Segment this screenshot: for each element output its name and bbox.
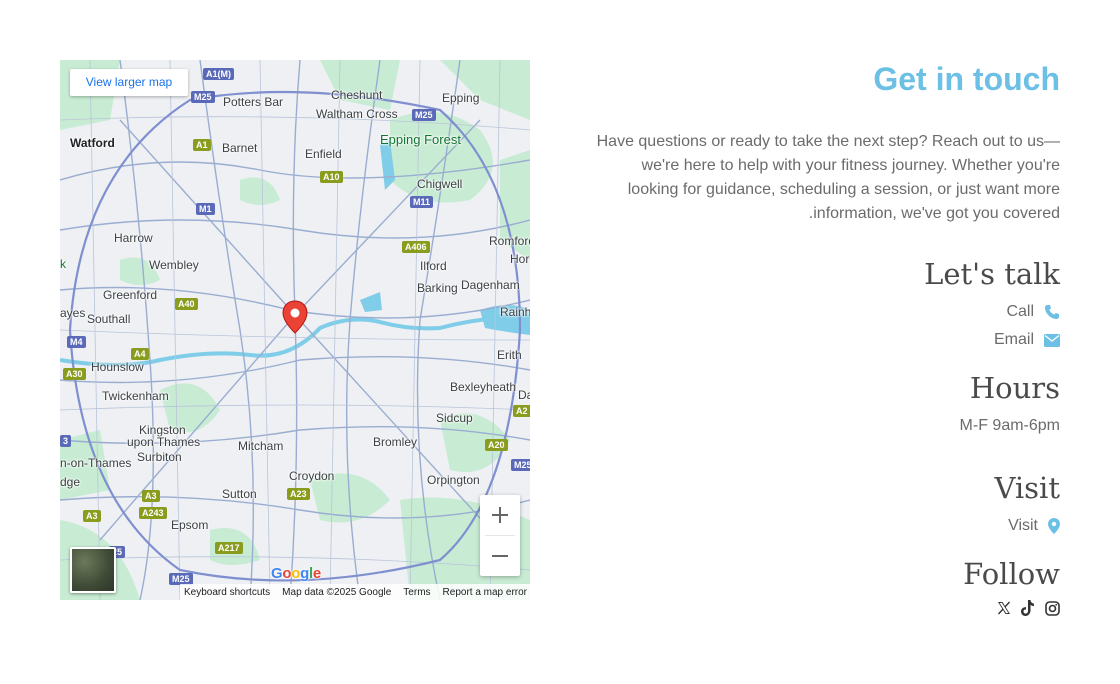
envelope-icon xyxy=(1044,333,1060,347)
map-attribution-bar: Keyboard shortcuts Map data ©2025 Google… xyxy=(180,584,530,600)
road-shield-a40: A40 xyxy=(175,298,198,310)
keyboard-shortcuts-link[interactable]: Keyboard shortcuts xyxy=(184,587,270,598)
road-shield-a10: A10 xyxy=(320,171,343,183)
road-shield-3: 3 xyxy=(60,435,72,447)
place-erith: Erith xyxy=(497,348,522,362)
intro-paragraph: Have questions or ready to take the next… xyxy=(596,133,1060,222)
place-epsom: Epsom xyxy=(171,518,209,532)
place-ilford: Ilford xyxy=(420,259,447,273)
place-mitcham: Mitcham xyxy=(238,439,284,453)
view-larger-map-link[interactable]: View larger map xyxy=(70,69,188,96)
terms-link[interactable]: Terms xyxy=(403,587,430,598)
call-link[interactable]: Call xyxy=(1006,302,1060,322)
place-da: Da xyxy=(518,388,530,402)
place-upon-thames: upon Thames xyxy=(127,435,201,449)
place-sidcup: Sidcup xyxy=(436,411,473,425)
instagram-icon[interactable] xyxy=(1044,600,1060,616)
place-dagenham: Dagenham xyxy=(461,278,520,292)
place-dge: dge xyxy=(60,475,81,489)
place-cheshunt: Cheshunt xyxy=(331,88,383,102)
map-pin-icon xyxy=(1048,518,1060,534)
report-map-error-link[interactable]: Report a map error xyxy=(443,587,527,598)
phone-icon xyxy=(1044,304,1060,320)
hours-text: M-F 9am-6pm xyxy=(959,417,1060,434)
road-shield-a3-west: A3 xyxy=(83,510,101,522)
place-southall: Southall xyxy=(87,312,131,326)
place-bexleyheath: Bexleyheath xyxy=(450,380,517,394)
road-shield-a1: A1 xyxy=(193,139,211,151)
hours-heading: Hours xyxy=(969,371,1060,405)
email-link[interactable]: Email xyxy=(994,330,1060,350)
place-epping: Epping xyxy=(442,91,480,105)
place-bromley: Bromley xyxy=(373,435,418,449)
visit-link[interactable]: Visit xyxy=(1008,516,1060,536)
place-hounslow: Hounslow xyxy=(91,360,144,374)
place-watford: Watford xyxy=(70,136,115,150)
tiktok-icon[interactable] xyxy=(1020,600,1036,616)
visit-label: Visit xyxy=(1008,517,1038,534)
plus-icon xyxy=(492,507,508,523)
hours-value: M-F 9am-6pm xyxy=(960,416,1060,436)
road-shield-m11: M11 xyxy=(410,196,434,208)
road-shield-m4: M4 xyxy=(67,336,86,348)
place-ayes: ayes xyxy=(60,306,86,320)
email-label: Email xyxy=(993,331,1034,348)
place-k: k xyxy=(60,257,66,271)
zoom-out-button[interactable] xyxy=(480,536,520,576)
follow-heading: Follow xyxy=(963,557,1060,591)
place-epping-forest: Epping Forest xyxy=(380,132,461,147)
map-marker-pin-icon[interactable] xyxy=(282,300,308,339)
zoom-controls xyxy=(480,495,520,576)
road-shield-a20: A20 xyxy=(485,439,508,451)
place-wembley: Wembley xyxy=(149,258,199,272)
road-shield-a2: A2 xyxy=(513,405,530,417)
road-shield-a23: A23 xyxy=(287,488,310,500)
place-potters-bar: Potters Bar xyxy=(223,95,284,109)
road-shield-m1: M1 xyxy=(196,203,215,215)
road-shield-m25: M25 xyxy=(191,91,215,103)
place-greenford: Greenford xyxy=(103,288,158,302)
road-shield-m25: M25 xyxy=(511,459,530,471)
place-romford: Romford xyxy=(489,234,530,248)
lets-talk-heading: Let's talk xyxy=(924,257,1060,291)
place-chigwell: Chigwell xyxy=(417,177,463,191)
road-shield-m25: M25 xyxy=(412,109,436,121)
call-label: Call xyxy=(1006,303,1034,320)
visit-heading: Visit xyxy=(994,471,1060,505)
minus-icon xyxy=(492,555,508,557)
road-shield-a30: A30 xyxy=(63,368,86,380)
place-enfield: Enfield xyxy=(305,147,342,161)
road-shield-a1m: A1(M) xyxy=(203,68,234,80)
place-sutton: Sutton xyxy=(222,487,257,501)
place-hor: Hor xyxy=(510,252,530,266)
place-croydon: Croydon xyxy=(289,469,335,483)
map-data-label: Map data ©2025 Google xyxy=(282,586,392,598)
place-orpington: Orpington xyxy=(427,473,480,487)
road-shield-a3: A3 xyxy=(142,490,160,502)
place-on-thames: n-on-Thames xyxy=(60,456,132,470)
social-links xyxy=(996,600,1060,616)
zoom-in-button[interactable] xyxy=(480,495,520,535)
google-logo: Google xyxy=(271,565,321,582)
road-shield-a4: A4 xyxy=(131,348,149,360)
place-barking: Barking xyxy=(417,281,458,295)
place-twickenham: Twickenham xyxy=(102,389,169,403)
satellite-layer-toggle[interactable] xyxy=(70,547,116,593)
road-shield-a217: A217 xyxy=(215,542,243,554)
road-shield-a406: A406 xyxy=(402,241,430,253)
embedded-map[interactable]: Potters Bar Cheshunt Epping Watford Walt… xyxy=(60,60,530,600)
x-icon[interactable] xyxy=(996,600,1012,616)
place-waltham-cross: Waltham Cross xyxy=(316,107,398,121)
place-harrow: Harrow xyxy=(114,231,153,245)
road-shield-a243: A243 xyxy=(139,507,167,519)
place-barnet: Barnet xyxy=(222,141,258,155)
place-rainh: Rainh xyxy=(500,305,530,319)
place-surbiton: Surbiton xyxy=(137,450,182,464)
page-title: Get in touch xyxy=(873,61,1060,97)
